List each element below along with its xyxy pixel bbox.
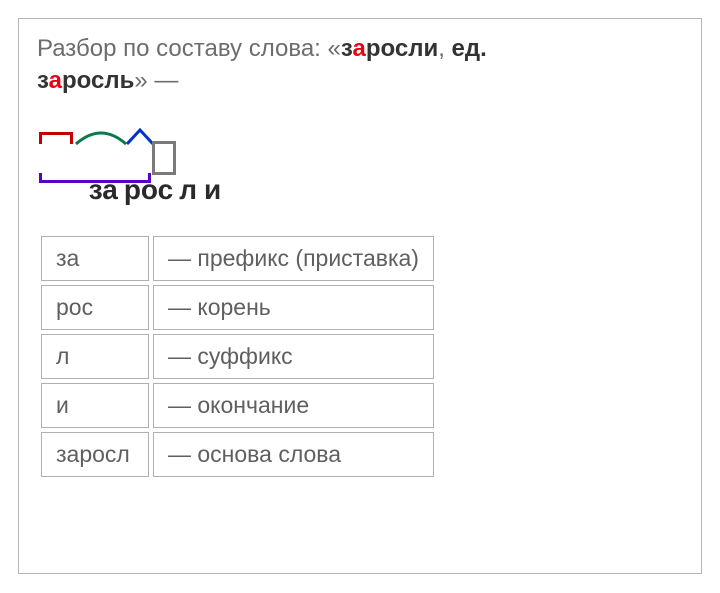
word1-post: росли xyxy=(366,35,438,62)
morpheme-cell: и xyxy=(41,383,149,428)
title-unit: ед. xyxy=(452,35,487,62)
cell-desc: корень xyxy=(197,294,270,320)
cell-desc: окончание xyxy=(197,392,309,418)
cell-dash: — xyxy=(168,392,191,418)
cell-dash: — xyxy=(168,245,191,271)
morpheme-table: за — префикс (приставка) рос — корень л … xyxy=(37,232,438,481)
description-cell: — суффикс xyxy=(153,334,434,379)
title-comma: , xyxy=(438,35,451,62)
word1-highlight: а xyxy=(352,35,365,62)
diagram-prefix: за xyxy=(86,174,121,205)
title-line: Разбор по составу слова: «заросли, ед. з… xyxy=(37,33,683,98)
title-lead: Разбор по составу слова: « xyxy=(37,35,341,62)
diagram-root: рос xyxy=(121,174,176,205)
cell-dash: — xyxy=(168,441,191,467)
table-row: и — окончание xyxy=(41,383,434,428)
diagram-suffix: л xyxy=(176,174,200,205)
cell-desc: основа слова xyxy=(197,441,341,467)
word2-highlight: а xyxy=(49,67,62,94)
word1-pre: з xyxy=(341,35,353,62)
cell-desc: суффикс xyxy=(197,343,292,369)
cell-dash: — xyxy=(168,343,191,369)
morpheme-cell: за xyxy=(41,236,149,281)
morpheme-cell: рос xyxy=(41,285,149,330)
description-cell: — окончание xyxy=(153,383,434,428)
cell-dash: — xyxy=(168,294,191,320)
morpheme-diagram: заросли xyxy=(39,128,683,186)
word2-post: росль xyxy=(62,67,134,94)
close-quote: » xyxy=(134,67,154,94)
description-cell: — основа слова xyxy=(153,432,434,477)
diagram-text: заросли xyxy=(39,142,225,238)
table-row: рос — корень xyxy=(41,285,434,330)
morpheme-cell: л xyxy=(41,334,149,379)
table-row: за — префикс (приставка) xyxy=(41,236,434,281)
morpheme-cell: заросл xyxy=(41,432,149,477)
trailing-dash: — xyxy=(154,67,178,94)
table-row: заросл — основа слова xyxy=(41,432,434,477)
description-cell: — префикс (приставка) xyxy=(153,236,434,281)
word2-pre: з xyxy=(37,67,49,94)
analysis-panel: Разбор по составу слова: «заросли, ед. з… xyxy=(18,18,702,574)
description-cell: — корень xyxy=(153,285,434,330)
cell-desc: префикс (приставка) xyxy=(197,245,419,271)
diagram-ending: и xyxy=(200,174,225,205)
table-row: л — суффикс xyxy=(41,334,434,379)
